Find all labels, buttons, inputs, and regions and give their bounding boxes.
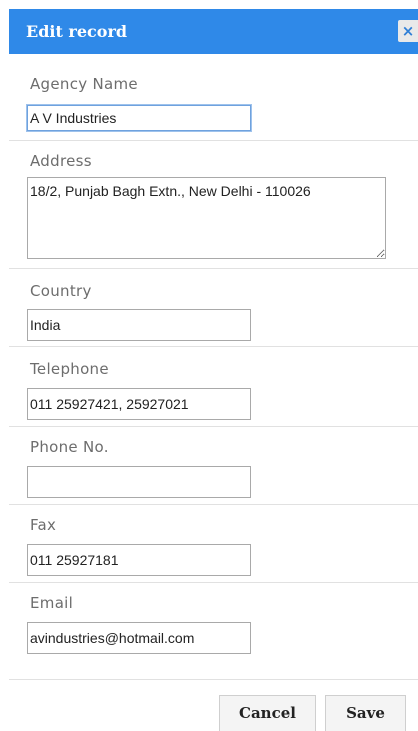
close-icon[interactable]: ×	[398, 20, 418, 42]
agency-name-label: Agency Name	[30, 75, 138, 93]
address-label: Address	[30, 152, 92, 170]
divider	[9, 140, 418, 141]
email-input[interactable]	[27, 622, 251, 654]
agency-name-input[interactable]	[27, 105, 251, 131]
country-input[interactable]	[27, 309, 251, 341]
fax-label: Fax	[30, 516, 57, 534]
fax-input[interactable]	[27, 544, 251, 576]
divider	[9, 426, 418, 427]
divider	[9, 268, 418, 269]
dialog-title: Edit record	[26, 22, 128, 41]
phone-no-input[interactable]	[27, 466, 251, 498]
telephone-label: Telephone	[30, 360, 109, 378]
address-textarea[interactable]: 18/2, Punjab Bagh Extn., New Delhi - 110…	[27, 177, 386, 259]
divider	[9, 582, 418, 583]
dialog-titlebar: Edit record ×	[9, 9, 418, 54]
save-button[interactable]: Save	[325, 695, 406, 731]
edit-record-dialog: Edit record × Agency Name Address 18/2, …	[0, 0, 418, 731]
email-label: Email	[30, 594, 74, 612]
divider	[9, 504, 418, 505]
country-label: Country	[30, 282, 92, 300]
divider	[9, 346, 418, 347]
cancel-button[interactable]: Cancel	[219, 695, 316, 731]
divider	[9, 679, 418, 680]
telephone-input[interactable]	[27, 388, 251, 420]
phone-no-label: Phone No.	[30, 438, 109, 456]
